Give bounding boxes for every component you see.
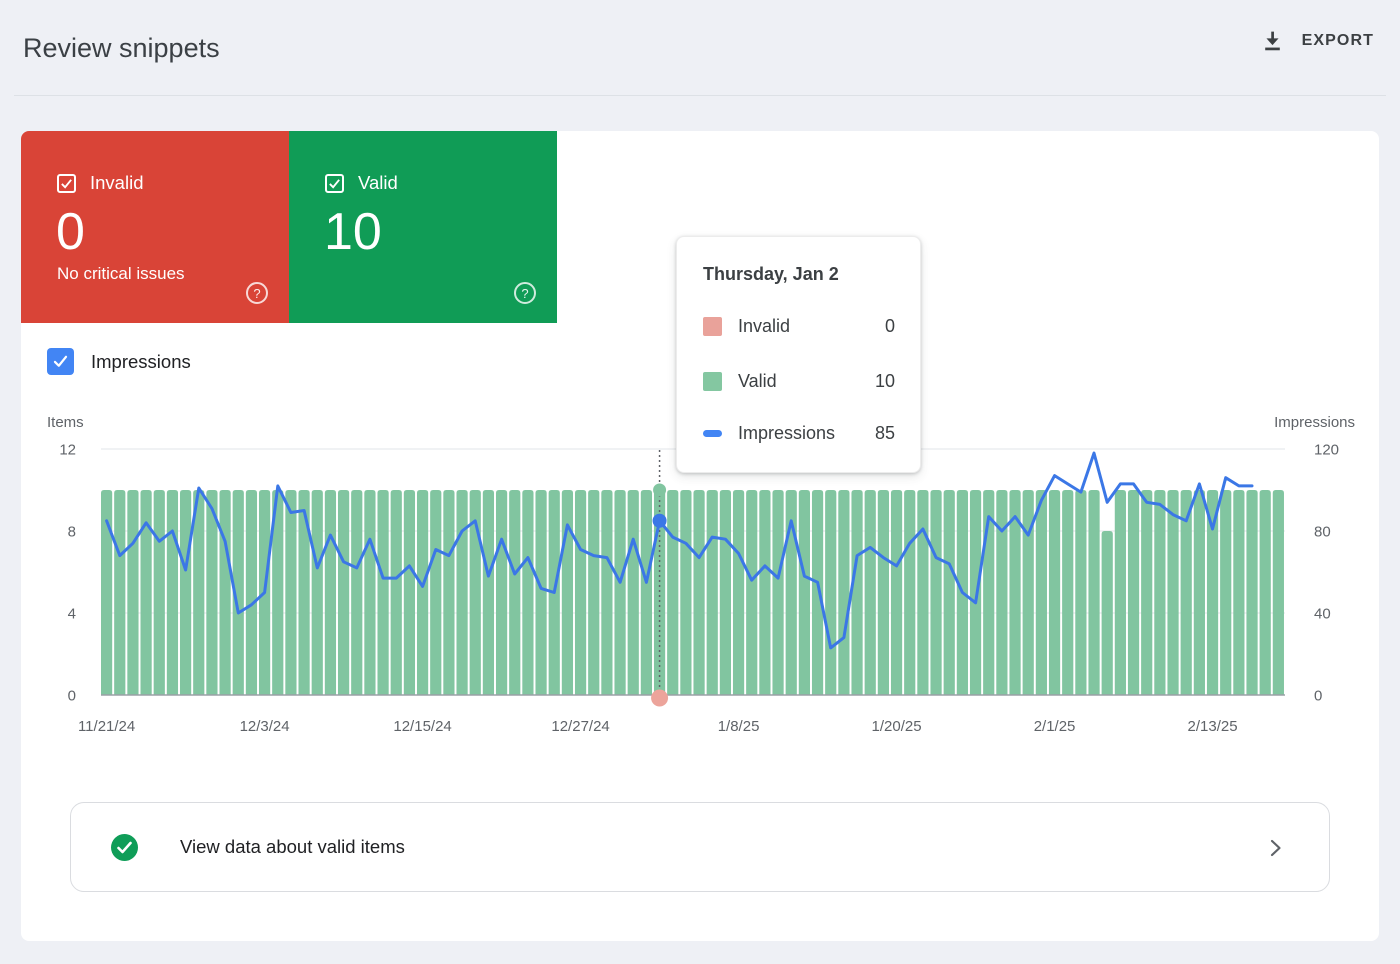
tooltip-row-valid: Valid 10: [703, 371, 895, 391]
tooltip-date: Thursday, Jan 2: [703, 264, 839, 285]
svg-text:12/3/24: 12/3/24: [240, 718, 290, 735]
svg-text:4: 4: [68, 606, 76, 623]
svg-text:12/15/24: 12/15/24: [393, 718, 451, 735]
tooltip-impressions-value: 85: [875, 423, 895, 444]
svg-text:1/8/25: 1/8/25: [718, 718, 760, 735]
tooltip-row-impressions: Impressions 85: [703, 423, 895, 443]
banner-label: View data about valid items: [180, 836, 405, 858]
svg-text:0: 0: [1314, 688, 1322, 705]
invalid-swatch-icon: [703, 317, 722, 336]
check-circle-icon: [111, 834, 138, 861]
svg-text:12: 12: [59, 442, 76, 459]
chevron-right-icon: [1263, 836, 1287, 860]
svg-text:120: 120: [1314, 442, 1339, 459]
svg-text:8: 8: [68, 524, 76, 541]
svg-text:40: 40: [1314, 606, 1331, 623]
valid-items-banner[interactable]: View data about valid items: [70, 802, 1330, 892]
svg-text:1/20/25: 1/20/25: [872, 718, 922, 735]
tooltip-valid-value: 10: [875, 371, 895, 392]
svg-text:12/27/24: 12/27/24: [551, 718, 609, 735]
svg-text:2/1/25: 2/1/25: [1034, 718, 1076, 735]
svg-text:0: 0: [68, 688, 76, 705]
chart-tooltip: Thursday, Jan 2 Invalid 0 Valid 10 Impre…: [676, 236, 921, 473]
valid-swatch-icon: [703, 372, 722, 391]
review-snippets-page: Review snippets EXPORT Invalid 0 No crit…: [0, 0, 1400, 964]
svg-text:11/21/24: 11/21/24: [78, 718, 135, 735]
tooltip-row-invalid: Invalid 0: [703, 316, 895, 336]
tooltip-invalid-value: 0: [885, 316, 895, 337]
svg-text:2/13/25: 2/13/25: [1188, 718, 1238, 735]
svg-text:80: 80: [1314, 524, 1331, 541]
impressions-swatch-icon: [703, 424, 722, 443]
